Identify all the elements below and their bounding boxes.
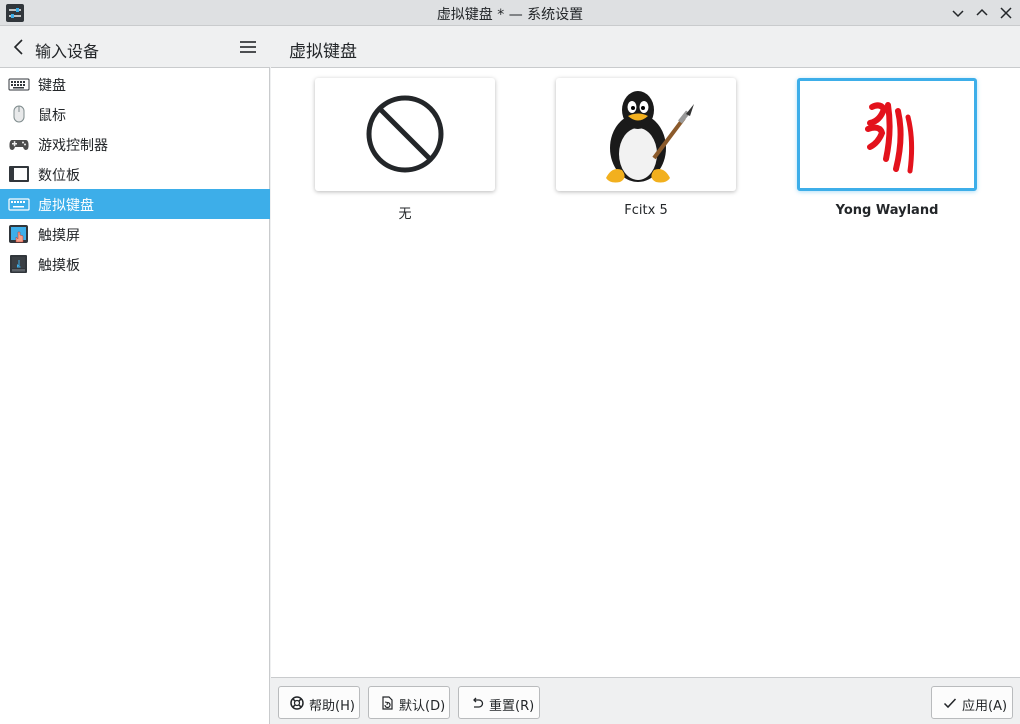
sidebar-header: 输入设备: [0, 27, 270, 68]
option-tile[interactable]: [315, 78, 495, 191]
sidebar-item-label: 虚拟键盘: [38, 198, 94, 214]
sidebar-item-label: 游戏控制器: [38, 138, 108, 154]
sidebar-title: 输入设备: [35, 42, 100, 61]
chevron-down-icon: [952, 10, 964, 18]
title-bar: 虚拟键盘 * — 系统设置: [0, 0, 1020, 26]
sidebar-item-gamepad[interactable]: 游戏控制器: [0, 129, 270, 159]
option-tile[interactable]: [556, 78, 736, 191]
sidebar-item-touchscreen[interactable]: 触摸屏: [0, 219, 270, 249]
minimize-button[interactable]: [948, 3, 968, 23]
sidebar-item-label: 触摸屏: [38, 228, 80, 244]
page-title: 虚拟键盘: [289, 42, 357, 62]
virtual-keyboard-options-grid: 无 Fcitx 5 Yong Wayland: [271, 68, 1020, 677]
sidebar-item-virtual-keyboard[interactable]: 虚拟键盘: [0, 189, 270, 219]
gamepad-icon: [8, 134, 30, 154]
sidebar: 输入设备 键盘 鼠标 游戏控制器 数位板 虚拟键盘 触摸屏 触摸板: [0, 27, 270, 724]
option-card-yong-wayland[interactable]: Yong Wayland: [797, 78, 977, 218]
chevron-up-icon: [976, 8, 988, 16]
option-card-fcitx5[interactable]: Fcitx 5: [556, 78, 736, 218]
option-tile[interactable]: [797, 78, 977, 191]
chevron-left-icon: [13, 39, 23, 55]
option-label: 无: [398, 207, 412, 222]
tablet-icon: [8, 164, 30, 184]
sidebar-item-tablet[interactable]: 数位板: [0, 159, 270, 189]
help-button-label: 帮助(H): [309, 699, 355, 714]
document-revert-icon: [379, 695, 395, 711]
defaults-button-label: 默认(D): [399, 699, 446, 714]
mouse-icon: [8, 104, 30, 124]
option-card-none[interactable]: 无: [315, 78, 495, 222]
touchscreen-icon: [8, 224, 30, 244]
none-icon: [366, 95, 444, 173]
checkmark-icon: [942, 695, 958, 711]
reset-button[interactable]: 重置(R): [458, 686, 540, 719]
hamburger-menu-button[interactable]: [237, 37, 259, 57]
hamburger-icon: [240, 41, 256, 53]
apply-button-label: 应用(A): [962, 699, 1008, 714]
help-button[interactable]: 帮助(H): [278, 686, 360, 719]
back-button[interactable]: [8, 36, 30, 58]
footer-bar: 帮助(H) 默认(D) 重置(R) 应用(A): [271, 677, 1020, 724]
close-icon: [1000, 7, 1012, 19]
sidebar-item-mouse[interactable]: 鼠标: [0, 99, 270, 129]
maximize-button[interactable]: [972, 3, 992, 23]
sidebar-list: 键盘 鼠标 游戏控制器 数位板 虚拟键盘 触摸屏 触摸板: [0, 69, 270, 279]
sidebar-item-label: 触摸板: [38, 258, 80, 274]
page-header: 虚拟键盘: [271, 27, 1020, 68]
tux-penguin-icon: [606, 91, 694, 183]
option-label: Fcitx 5: [624, 203, 668, 218]
undo-icon: [469, 695, 485, 711]
apply-button[interactable]: 应用(A): [931, 686, 1013, 719]
help-lifebuoy-icon: [289, 695, 305, 711]
sidebar-item-label: 鼠标: [38, 108, 66, 124]
virtual-keyboard-icon: [8, 194, 30, 214]
sidebar-item-touchpad[interactable]: 触摸板: [0, 249, 270, 279]
keyboard-icon: [8, 74, 30, 94]
sidebar-item-keyboard[interactable]: 键盘: [0, 69, 270, 99]
sidebar-item-label: 数位板: [38, 168, 80, 184]
sidebar-item-label: 键盘: [38, 78, 66, 94]
window-title: 虚拟键盘 * — 系统设置: [436, 7, 584, 23]
yong-logo-icon: [865, 102, 915, 174]
reset-button-label: 重置(R): [489, 699, 535, 714]
option-label: Yong Wayland: [835, 203, 939, 218]
close-button[interactable]: [996, 3, 1016, 23]
defaults-button[interactable]: 默认(D): [368, 686, 450, 719]
touchpad-icon: [8, 254, 30, 274]
